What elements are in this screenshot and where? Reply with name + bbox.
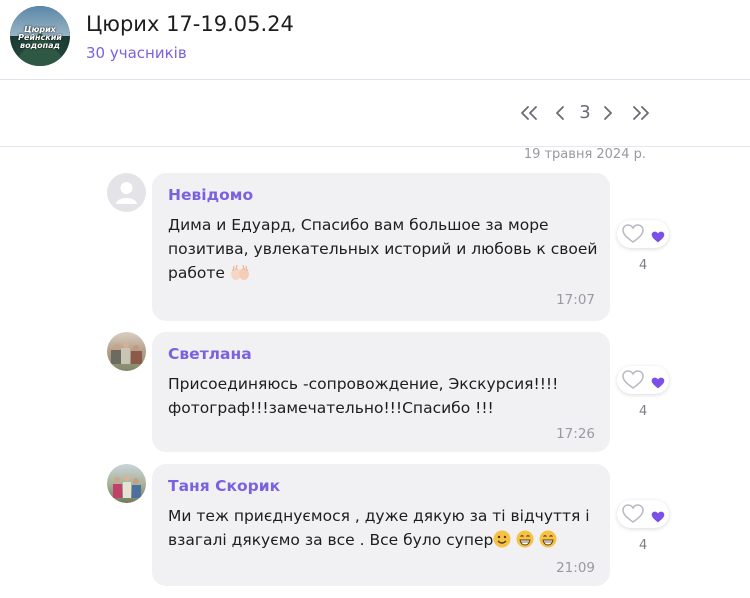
current-page-number: 3 bbox=[579, 102, 591, 123]
message-time: 21:09 bbox=[556, 560, 595, 576]
heart-outline-icon[interactable] bbox=[621, 503, 645, 529]
message-text: Дима и Едуард, Спасибо вам большое за мо… bbox=[168, 213, 600, 285]
palms-up-icon bbox=[230, 263, 249, 281]
message-author[interactable]: Невідомо bbox=[168, 186, 253, 204]
group-avatar[interactable]: Цюрих Рейнский водопад bbox=[10, 6, 70, 66]
chat-header: Цюрих Рейнский водопад Цюрих 17-19.05.24… bbox=[0, 0, 750, 80]
message-bubble[interactable]: Таня Скорик Ми теж приєднуємося , дуже д… bbox=[152, 464, 610, 586]
avatar[interactable] bbox=[107, 464, 146, 503]
reaction-count: 4 bbox=[639, 538, 648, 553]
message-bubble[interactable]: Невідомо Дима и Едуард, Спасибо вам боль… bbox=[152, 173, 610, 321]
message-time: 17:26 bbox=[556, 426, 595, 442]
next-page-icon[interactable] bbox=[601, 101, 615, 125]
message-author[interactable]: Таня Скорик bbox=[168, 477, 280, 495]
date-separator: 19 травня 2024 р. bbox=[523, 147, 646, 162]
reaction-count: 4 bbox=[639, 258, 648, 273]
avatar-photo bbox=[111, 342, 142, 364]
participants-count[interactable]: 30 учасників bbox=[86, 44, 187, 62]
heart-outline-icon[interactable] bbox=[621, 223, 645, 249]
reaction-bar bbox=[617, 500, 669, 528]
message-bubble[interactable]: Светлана Присоединяюсь -сопровождение, Э… bbox=[152, 332, 610, 452]
grinning-face-icon bbox=[516, 530, 534, 548]
message-text: Присоединяюсь -сопровождение, Экскурсия!… bbox=[168, 375, 559, 417]
first-page-icon[interactable] bbox=[519, 101, 539, 125]
avatar-photo bbox=[113, 475, 141, 498]
reaction-count: 4 bbox=[639, 404, 648, 419]
prev-page-icon[interactable] bbox=[553, 101, 567, 125]
avatar[interactable] bbox=[107, 173, 146, 212]
smiling-face-icon bbox=[493, 530, 511, 548]
reaction-bar bbox=[617, 366, 669, 394]
message-author[interactable]: Светлана bbox=[168, 345, 252, 363]
heart-filled-icon[interactable] bbox=[651, 228, 665, 247]
heart-filled-icon[interactable] bbox=[651, 374, 665, 393]
avatar-logo-text: Цюрих Рейнский водопад bbox=[18, 25, 62, 50]
chat-title[interactable]: Цюрих 17-19.05.24 bbox=[86, 12, 294, 36]
last-page-icon[interactable] bbox=[631, 101, 651, 125]
message-time: 17:07 bbox=[556, 292, 595, 308]
reaction-bar bbox=[617, 220, 669, 248]
grinning-face-icon bbox=[539, 530, 557, 548]
avatar[interactable] bbox=[107, 332, 146, 371]
pagination-bar: 3 bbox=[0, 81, 750, 147]
message-text: Ми теж приєднуємося , дуже дякую за ті в… bbox=[168, 504, 600, 552]
default-user-icon bbox=[116, 182, 137, 204]
heart-outline-icon[interactable] bbox=[621, 369, 645, 395]
heart-filled-icon[interactable] bbox=[651, 508, 665, 527]
